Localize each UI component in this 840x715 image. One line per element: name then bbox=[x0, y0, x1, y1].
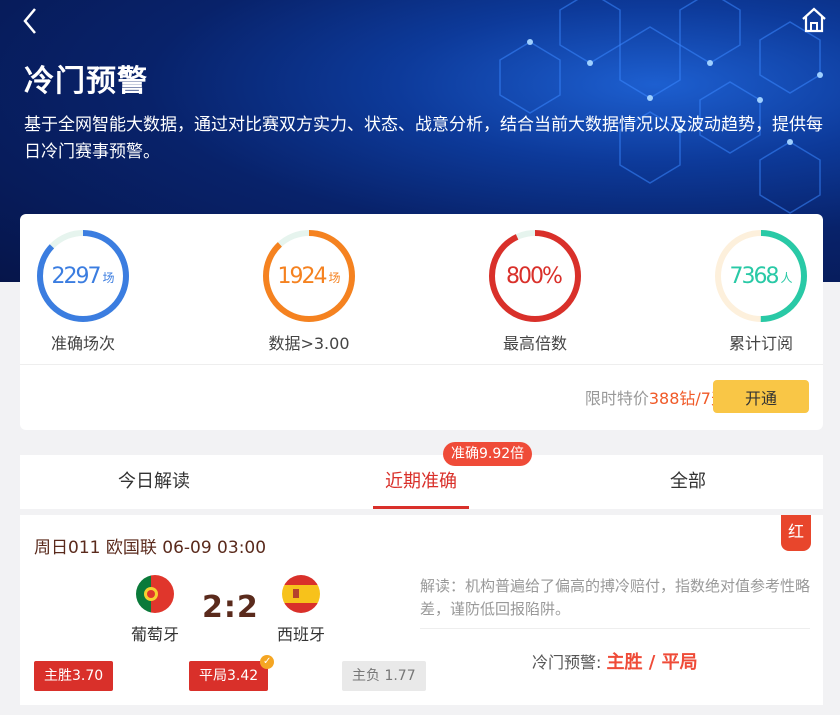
accuracy-badge: 准确9.92倍 bbox=[443, 442, 533, 466]
promo-text: 限时特价388钻/7天 bbox=[585, 385, 727, 409]
stat-max-multiple: 800% 最高倍数 bbox=[470, 228, 600, 354]
check-icon: ✓ bbox=[260, 655, 275, 669]
odds-away-win[interactable]: 主负 1.77 bbox=[342, 661, 426, 691]
stats-card: 2297 场 准确场次 1924 场 数据>3.00 800% 最高倍数 7368 人… bbox=[20, 214, 823, 430]
stat-label: 最高倍数 bbox=[502, 334, 567, 353]
match-score: 2:2 bbox=[202, 590, 259, 625]
away-team-name: 西班牙 bbox=[276, 625, 325, 644]
match-analysis: 解读：机构普遍给了偏高的搏冷赔付，指数绝对值参考性略差，谨防低回报陷阱。 bbox=[420, 577, 811, 618]
tab-today[interactable]: 今日解读 bbox=[54, 455, 254, 509]
divider bbox=[420, 628, 810, 629]
stat-value: 1924 bbox=[277, 263, 327, 289]
stat-label: 累计订阅 bbox=[728, 334, 793, 353]
page-description: 基于全网智能大数据，通过对比赛双方实力、状态、战意分析，结合当前大数据情况以及波… bbox=[24, 115, 823, 162]
stat-value: 800% bbox=[506, 263, 563, 289]
odds-home-win[interactable]: 主胜3.70 bbox=[34, 661, 114, 691]
promo-prefix: 限时特价 bbox=[584, 389, 649, 408]
stat-unit: 场 bbox=[102, 270, 115, 285]
match-card[interactable]: 周日011 欧国联 06-09 03:00 红 葡萄牙 2:2 西班牙 解读：机… bbox=[20, 515, 823, 705]
portugal-flag-icon bbox=[136, 575, 174, 613]
stat-label: 数据>3.00 bbox=[268, 334, 350, 353]
odds-draw[interactable]: 平局3.42 ✓ bbox=[189, 655, 275, 691]
stat-over-3: 1924 场 数据>3.00 bbox=[244, 228, 374, 354]
stat-unit: 场 bbox=[328, 270, 341, 285]
stat-label: 准确场次 bbox=[50, 334, 115, 353]
warning-value: 主胜 / 平局 bbox=[606, 652, 698, 673]
home-icon[interactable] bbox=[800, 6, 828, 34]
open-subscription-button[interactable]: 开通 bbox=[713, 380, 809, 413]
stat-subscribers: 7368 人 累计订阅 bbox=[696, 228, 826, 354]
stat-accurate-count: 2297 场 准确场次 bbox=[18, 228, 148, 354]
progress-ring: 2297 场 bbox=[35, 228, 131, 324]
warning-label: 冷门预警: bbox=[532, 653, 602, 672]
tab-all[interactable]: 全部 bbox=[588, 455, 788, 509]
spain-flag-icon bbox=[282, 575, 320, 613]
page-title: 冷门预警 bbox=[24, 64, 148, 99]
home-team-name: 葡萄牙 bbox=[130, 625, 179, 644]
progress-ring: 7368 人 bbox=[713, 228, 809, 324]
stat-value: 7368 bbox=[729, 263, 779, 289]
match-header: 周日011 欧国联 06-09 03:00 bbox=[34, 538, 267, 558]
divider bbox=[20, 364, 823, 365]
back-icon[interactable] bbox=[16, 6, 46, 36]
stat-value: 2297 bbox=[51, 263, 101, 289]
tab-underline bbox=[373, 506, 469, 509]
tab-label: 近期准确 bbox=[385, 471, 457, 492]
progress-ring: 1924 场 bbox=[261, 228, 357, 324]
away-team: 西班牙 bbox=[261, 575, 341, 645]
home-team: 葡萄牙 bbox=[115, 575, 195, 645]
cold-warning: 冷门预警: 主胜 / 平局 bbox=[532, 648, 698, 674]
tab-bar: 今日解读 近期准确 全部 bbox=[20, 455, 823, 509]
odds-label: 平局3.42 bbox=[199, 668, 259, 684]
stat-unit: 人 bbox=[780, 270, 793, 285]
progress-ring: 800% bbox=[487, 228, 583, 324]
result-tag: 红 bbox=[781, 515, 811, 551]
